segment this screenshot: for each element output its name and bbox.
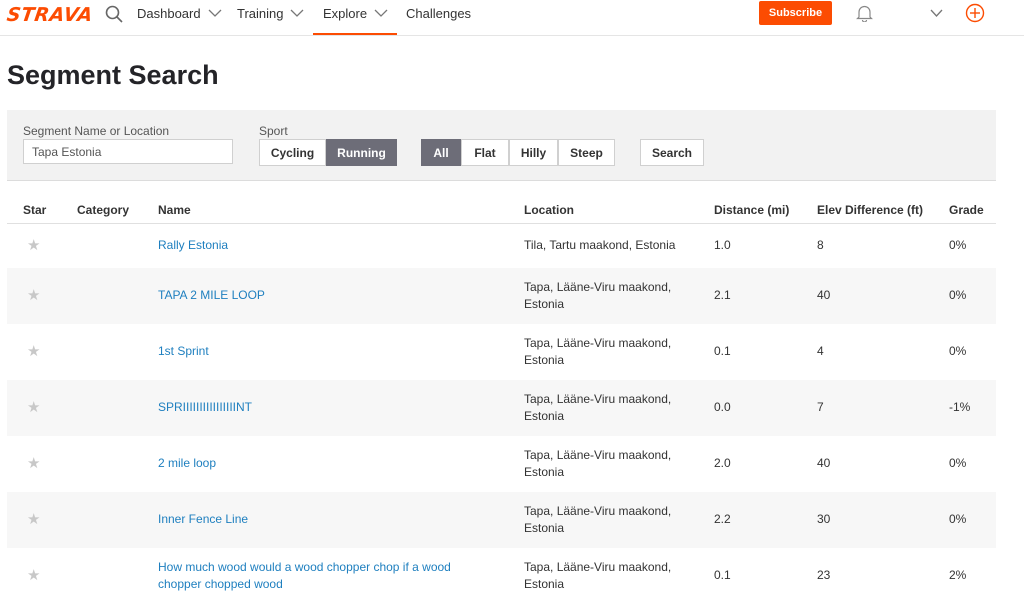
segment-name-input[interactable] — [23, 139, 233, 164]
row-elev: 40 — [817, 435, 949, 492]
nav-explore-label: Explore — [323, 6, 368, 21]
col-header-star[interactable]: Star — [7, 196, 77, 224]
account-menu-chevron-icon[interactable] — [930, 9, 943, 18]
row-location: Tapa, Lääne-Viru maakond, Estonia — [524, 379, 714, 436]
search-icon[interactable] — [104, 4, 124, 24]
page-title: Segment Search — [7, 60, 219, 90]
row-distance: 2.0 — [714, 435, 817, 492]
row-location: Tila, Tartu maakond, Estonia — [524, 223, 714, 268]
row-category — [77, 491, 158, 548]
row-category — [77, 547, 158, 604]
strava-logo[interactable]: STRAVA — [5, 4, 94, 26]
star-icon[interactable]: ★ — [27, 237, 40, 254]
row-elev: 4 — [817, 323, 949, 380]
star-icon[interactable]: ★ — [27, 567, 40, 584]
chevron-down-icon — [374, 9, 388, 17]
row-elev: 30 — [817, 491, 949, 548]
row-elev: 8 — [817, 223, 949, 268]
nav-challenges-label: Challenges — [406, 6, 472, 21]
row-distance: 2.1 — [714, 267, 817, 324]
row-category — [77, 267, 158, 324]
row-distance: 0.0 — [714, 379, 817, 436]
table-row: ★ How much wood would a wood chopper cho… — [7, 547, 996, 604]
row-location: Tapa, Lääne-Viru maakond, Estonia — [524, 435, 714, 492]
table-row: ★ 2 mile loop Tapa, Lääne-Viru maakond, … — [7, 435, 996, 492]
nav-training-label: Training — [237, 6, 284, 21]
segment-name-link[interactable]: SPRIIIIIIIIIIIIIIIINT — [158, 400, 252, 414]
nav-challenges[interactable]: Challenges — [406, 6, 471, 21]
star-icon[interactable]: ★ — [27, 511, 40, 528]
row-distance: 0.1 — [714, 547, 817, 604]
nav-dashboard-label: Dashboard — [137, 6, 201, 21]
segment-name-link[interactable]: Inner Fence Line — [158, 512, 248, 526]
segment-name-link[interactable]: 2 mile loop — [158, 456, 216, 470]
top-nav: STRAVA Dashboard Training Explore Challe… — [0, 0, 1024, 36]
terrain-steep-button[interactable]: Steep — [558, 139, 615, 166]
star-icon[interactable]: ★ — [27, 455, 40, 472]
active-tab-indicator — [313, 33, 397, 35]
segment-name-link[interactable]: How much wood would a wood chopper chop … — [158, 560, 451, 591]
nav-training[interactable]: Training — [237, 6, 304, 21]
star-icon[interactable]: ★ — [27, 343, 40, 360]
segment-name-link[interactable]: TAPA 2 MILE LOOP — [158, 288, 265, 302]
table-row: ★ Rally Estonia Tila, Tartu maakond, Est… — [7, 223, 996, 268]
search-filters: Segment Name or Location Sport Cycling R… — [7, 110, 996, 181]
col-header-grade[interactable]: Grade — [949, 196, 996, 224]
bell-icon[interactable] — [856, 4, 873, 22]
row-grade: 0% — [949, 491, 996, 548]
terrain-all-button[interactable]: All — [421, 139, 461, 166]
col-header-elev[interactable]: Elev Difference (ft) — [817, 196, 949, 224]
table-row: ★ Inner Fence Line Tapa, Lääne-Viru maak… — [7, 491, 996, 548]
row-elev: 23 — [817, 547, 949, 604]
sport-running-button[interactable]: Running — [326, 139, 397, 166]
col-header-distance[interactable]: Distance (mi) — [714, 196, 817, 224]
col-header-category[interactable]: Category — [77, 196, 158, 224]
row-category — [77, 435, 158, 492]
table-row: ★ 1st Sprint Tapa, Lääne-Viru maakond, E… — [7, 323, 996, 380]
row-elev: 7 — [817, 379, 949, 436]
table-row: ★ SPRIIIIIIIIIIIIIIIINT Tapa, Lääne-Viru… — [7, 379, 996, 436]
upload-plus-icon[interactable] — [965, 3, 985, 23]
sport-cycling-button[interactable]: Cycling — [259, 139, 326, 166]
row-grade: 0% — [949, 223, 996, 268]
nav-explore[interactable]: Explore — [323, 6, 388, 21]
row-location: Tapa, Lääne-Viru maakond, Estonia — [524, 267, 714, 324]
terrain-hilly-button[interactable]: Hilly — [509, 139, 558, 166]
chevron-down-icon — [208, 9, 222, 17]
row-category — [77, 379, 158, 436]
row-grade: 0% — [949, 267, 996, 324]
row-location: Tapa, Lääne-Viru maakond, Estonia — [524, 323, 714, 380]
sport-label: Sport — [259, 124, 288, 138]
subscribe-button[interactable]: Subscribe — [759, 1, 832, 25]
row-distance: 1.0 — [714, 223, 817, 268]
segment-results-table: Star Category Name Location Distance (mi… — [7, 196, 996, 604]
nav-dashboard[interactable]: Dashboard — [137, 6, 222, 21]
search-button[interactable]: Search — [640, 139, 704, 166]
row-location: Tapa, Lääne-Viru maakond, Estonia — [524, 547, 714, 604]
row-elev: 40 — [817, 267, 949, 324]
row-grade: 2% — [949, 547, 996, 604]
star-icon[interactable]: ★ — [27, 399, 40, 416]
segment-name-link[interactable]: 1st Sprint — [158, 344, 209, 358]
row-grade: 0% — [949, 435, 996, 492]
chevron-down-icon — [291, 9, 304, 17]
segment-name-link[interactable]: Rally Estonia — [158, 238, 228, 252]
row-distance: 0.1 — [714, 323, 817, 380]
col-header-location[interactable]: Location — [524, 196, 714, 224]
row-category — [77, 323, 158, 380]
row-distance: 2.2 — [714, 491, 817, 548]
row-category — [77, 223, 158, 268]
segment-name-label: Segment Name or Location — [23, 124, 170, 138]
row-grade: 0% — [949, 323, 996, 380]
table-row: ★ TAPA 2 MILE LOOP Tapa, Lääne-Viru maak… — [7, 267, 996, 324]
col-header-name[interactable]: Name — [158, 196, 524, 224]
star-icon[interactable]: ★ — [27, 287, 40, 304]
row-location: Tapa, Lääne-Viru maakond, Estonia — [524, 491, 714, 548]
table-header-row: Star Category Name Location Distance (mi… — [7, 196, 996, 224]
row-grade: -1% — [949, 379, 996, 436]
terrain-flat-button[interactable]: Flat — [461, 139, 509, 166]
